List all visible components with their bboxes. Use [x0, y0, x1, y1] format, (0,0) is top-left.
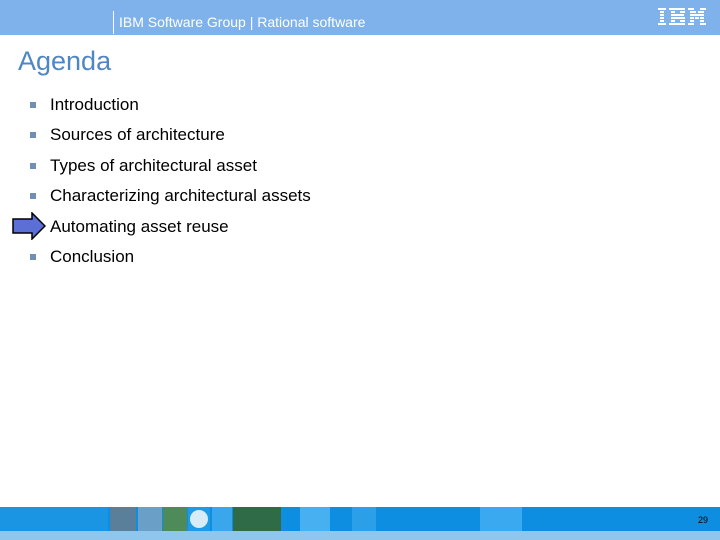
- footer-strip: [0, 531, 720, 540]
- bullet-square-icon: [30, 102, 36, 108]
- decorative-photo-crowd: [138, 507, 162, 531]
- agenda-item-label: Automating asset reuse: [50, 216, 229, 236]
- agenda-item-label: Introduction: [50, 95, 139, 114]
- decorative-square: [212, 507, 232, 531]
- agenda-item-label: Sources of architecture: [50, 125, 225, 145]
- decorative-circle: [188, 507, 210, 531]
- agenda-item-label: Characterizing architectural assets: [50, 186, 311, 206]
- bullet-square-icon: [30, 193, 36, 200]
- decorative-square: [300, 507, 330, 531]
- header-divider: [113, 11, 114, 34]
- ibm-logo-icon: [658, 8, 706, 25]
- bullet-square-icon: [30, 253, 36, 260]
- page-number: 29: [697, 515, 708, 525]
- decorative-square: [352, 507, 376, 531]
- bullet-square-icon: [30, 132, 36, 139]
- arrow-right-icon: [12, 212, 46, 240]
- header-bar: IBM Software Group | Rational software: [0, 0, 720, 35]
- header-title: IBM Software Group | Rational software: [119, 14, 366, 30]
- decorative-photo-globe: [163, 507, 187, 531]
- bullet-square-icon: [30, 162, 36, 169]
- decorative-square: [480, 507, 522, 531]
- footer-bar: 29: [0, 507, 720, 540]
- decorative-square: [0, 507, 108, 531]
- agenda-item-label: Conclusion: [50, 246, 135, 266]
- page-title: Agenda: [18, 46, 112, 76]
- decorative-photo-silhouettes: [233, 507, 281, 531]
- decorative-photo-people: [110, 507, 136, 531]
- agenda-item-label: Types of architectural asset: [50, 155, 257, 175]
